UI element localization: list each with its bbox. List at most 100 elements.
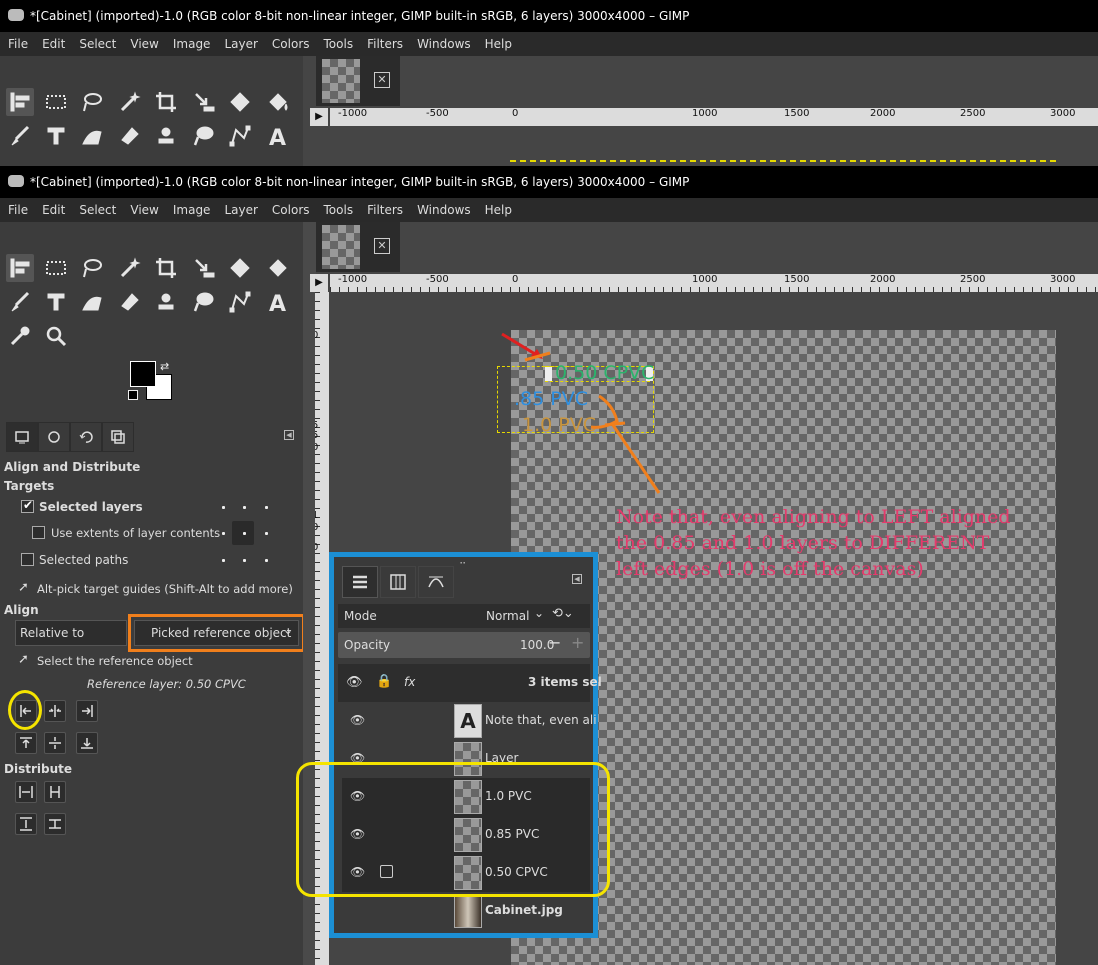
distribute-top-button[interactable] bbox=[15, 813, 37, 835]
paths-icon[interactable] bbox=[226, 288, 254, 316]
clone-icon[interactable] bbox=[42, 288, 70, 316]
menu-select[interactable]: Select bbox=[71, 32, 122, 56]
color-picker-icon[interactable] bbox=[6, 322, 34, 350]
menu-image[interactable]: Image bbox=[165, 198, 217, 222]
tab-undo-history[interactable] bbox=[70, 422, 102, 452]
menu-tools[interactable]: Tools bbox=[316, 32, 360, 56]
swap-colors-icon[interactable]: ⇄ bbox=[160, 360, 169, 373]
warp-icon[interactable] bbox=[226, 88, 254, 116]
menu-help[interactable]: Help bbox=[477, 32, 518, 56]
use-extents-checkbox[interactable] bbox=[32, 526, 45, 539]
stamp-icon[interactable] bbox=[152, 288, 180, 316]
menu-view[interactable]: View bbox=[122, 32, 164, 56]
transform-icon[interactable] bbox=[190, 254, 218, 282]
menu-help[interactable]: Help bbox=[477, 198, 518, 222]
align-tool-icon[interactable] bbox=[6, 88, 34, 116]
align-top-button[interactable] bbox=[15, 732, 37, 754]
menu-tools[interactable]: Tools bbox=[316, 198, 360, 222]
transform-icon[interactable] bbox=[190, 88, 218, 116]
paintbrush-icon[interactable] bbox=[6, 288, 34, 316]
dock-menu-icon[interactable]: ◀ bbox=[284, 430, 294, 440]
horizontal-ruler: -1000 -500 0 1000 1500 2000 2500 3000 bbox=[330, 274, 1098, 292]
gimp-logo-icon bbox=[8, 175, 24, 187]
crop-icon[interactable] bbox=[152, 88, 180, 116]
menu-colors[interactable]: Colors bbox=[264, 198, 316, 222]
reference-layer-label: Reference layer: 0.50 CPVC bbox=[87, 677, 246, 691]
quick-mask-icon[interactable]: ▶ bbox=[310, 274, 328, 292]
menu-layer[interactable]: Layer bbox=[216, 198, 263, 222]
foreground-color-swatch[interactable] bbox=[130, 361, 156, 387]
lasso-icon[interactable] bbox=[78, 254, 106, 282]
relative-to-value: Picked reference object bbox=[151, 626, 292, 640]
menu-image[interactable]: Image bbox=[165, 32, 217, 56]
tab-images[interactable] bbox=[102, 422, 134, 452]
rect-select-icon[interactable] bbox=[42, 254, 70, 282]
tab-layers[interactable] bbox=[342, 566, 378, 598]
menu-filters[interactable]: Filters bbox=[359, 32, 409, 56]
selected-paths-checkbox[interactable] bbox=[21, 553, 34, 566]
align-bottom-button[interactable] bbox=[76, 732, 98, 754]
warp-icon[interactable] bbox=[226, 254, 254, 282]
menu-edit[interactable]: Edit bbox=[34, 198, 71, 222]
eye-header-icon[interactable]: 👁 bbox=[346, 675, 363, 690]
menu-filters[interactable]: Filters bbox=[359, 198, 409, 222]
smudge-icon[interactable] bbox=[78, 122, 106, 150]
eraser-icon[interactable] bbox=[116, 288, 144, 316]
align-middle-button[interactable] bbox=[44, 732, 66, 754]
annotation-line-3: left edges (1.0 is off the canvas) bbox=[616, 558, 924, 580]
menu-windows[interactable]: Windows bbox=[409, 32, 477, 56]
image-tab-back[interactable]: ✕ bbox=[316, 56, 400, 106]
clone-icon[interactable] bbox=[42, 122, 70, 150]
eye-icon[interactable]: 👁 bbox=[350, 713, 366, 729]
tab-device-status[interactable] bbox=[38, 422, 70, 452]
menu-select[interactable]: Select bbox=[71, 198, 122, 222]
tab-channels[interactable] bbox=[380, 566, 416, 598]
text-tool-icon[interactable]: A bbox=[264, 122, 292, 150]
menu-file[interactable]: File bbox=[0, 32, 34, 56]
default-colors-icon[interactable] bbox=[128, 390, 138, 400]
fuzzy-select-icon[interactable] bbox=[116, 254, 144, 282]
crop-icon[interactable] bbox=[152, 254, 180, 282]
rect-select-icon[interactable] bbox=[42, 88, 70, 116]
menu-view[interactable]: View bbox=[122, 198, 164, 222]
distribute-vcenter-button[interactable] bbox=[44, 813, 66, 835]
menu-edit[interactable]: Edit bbox=[34, 32, 71, 56]
tab-paths[interactable] bbox=[418, 566, 454, 598]
distribute-left-button[interactable] bbox=[15, 781, 37, 803]
lasso-icon[interactable] bbox=[78, 88, 106, 116]
layer-row[interactable]: 👁 A Note that, even align bbox=[342, 702, 597, 740]
stamp-icon[interactable] bbox=[152, 122, 180, 150]
fx-header-icon[interactable]: fx bbox=[404, 675, 415, 689]
menu-windows[interactable]: Windows bbox=[409, 198, 477, 222]
align-right-button[interactable] bbox=[76, 700, 98, 722]
composite-mode-icon[interactable]: ⟲⌄ bbox=[552, 606, 574, 621]
dodge-icon[interactable] bbox=[190, 288, 218, 316]
paths-icon[interactable] bbox=[226, 122, 254, 150]
align-center-button[interactable] bbox=[44, 700, 66, 722]
eraser-icon[interactable] bbox=[116, 122, 144, 150]
menu-layer[interactable]: Layer bbox=[216, 32, 263, 56]
paintbrush-icon[interactable] bbox=[6, 122, 34, 150]
zoom-icon[interactable] bbox=[42, 322, 70, 350]
svg-text:A: A bbox=[269, 292, 286, 314]
selected-layers-checkbox[interactable]: ✔ bbox=[21, 498, 34, 513]
minus-icon[interactable]: − bbox=[548, 633, 561, 652]
smudge-icon[interactable] bbox=[78, 288, 106, 316]
bucket-fill-icon[interactable] bbox=[264, 88, 292, 116]
dodge-icon[interactable] bbox=[190, 122, 218, 150]
image-tab[interactable]: ✕ bbox=[316, 222, 400, 272]
menu-colors[interactable]: Colors bbox=[264, 32, 316, 56]
align-tool-icon[interactable] bbox=[6, 254, 34, 282]
distribute-hcenter-button[interactable] bbox=[44, 781, 66, 803]
tab-tool-options[interactable] bbox=[6, 422, 38, 452]
text-tool-icon[interactable]: A bbox=[264, 288, 292, 316]
close-icon[interactable]: ✕ bbox=[374, 72, 390, 88]
plus-icon[interactable]: + bbox=[571, 633, 584, 652]
lock-header-icon[interactable]: 🔒 bbox=[376, 674, 392, 689]
bucket-fill-icon[interactable] bbox=[264, 254, 292, 282]
close-icon[interactable]: ✕ bbox=[374, 238, 390, 254]
menu-file[interactable]: File bbox=[0, 198, 34, 222]
fuzzy-select-icon[interactable] bbox=[116, 88, 144, 116]
layer-row[interactable]: Cabinet.jpg bbox=[342, 892, 590, 930]
dock-menu-icon[interactable]: ◀ bbox=[572, 574, 582, 584]
